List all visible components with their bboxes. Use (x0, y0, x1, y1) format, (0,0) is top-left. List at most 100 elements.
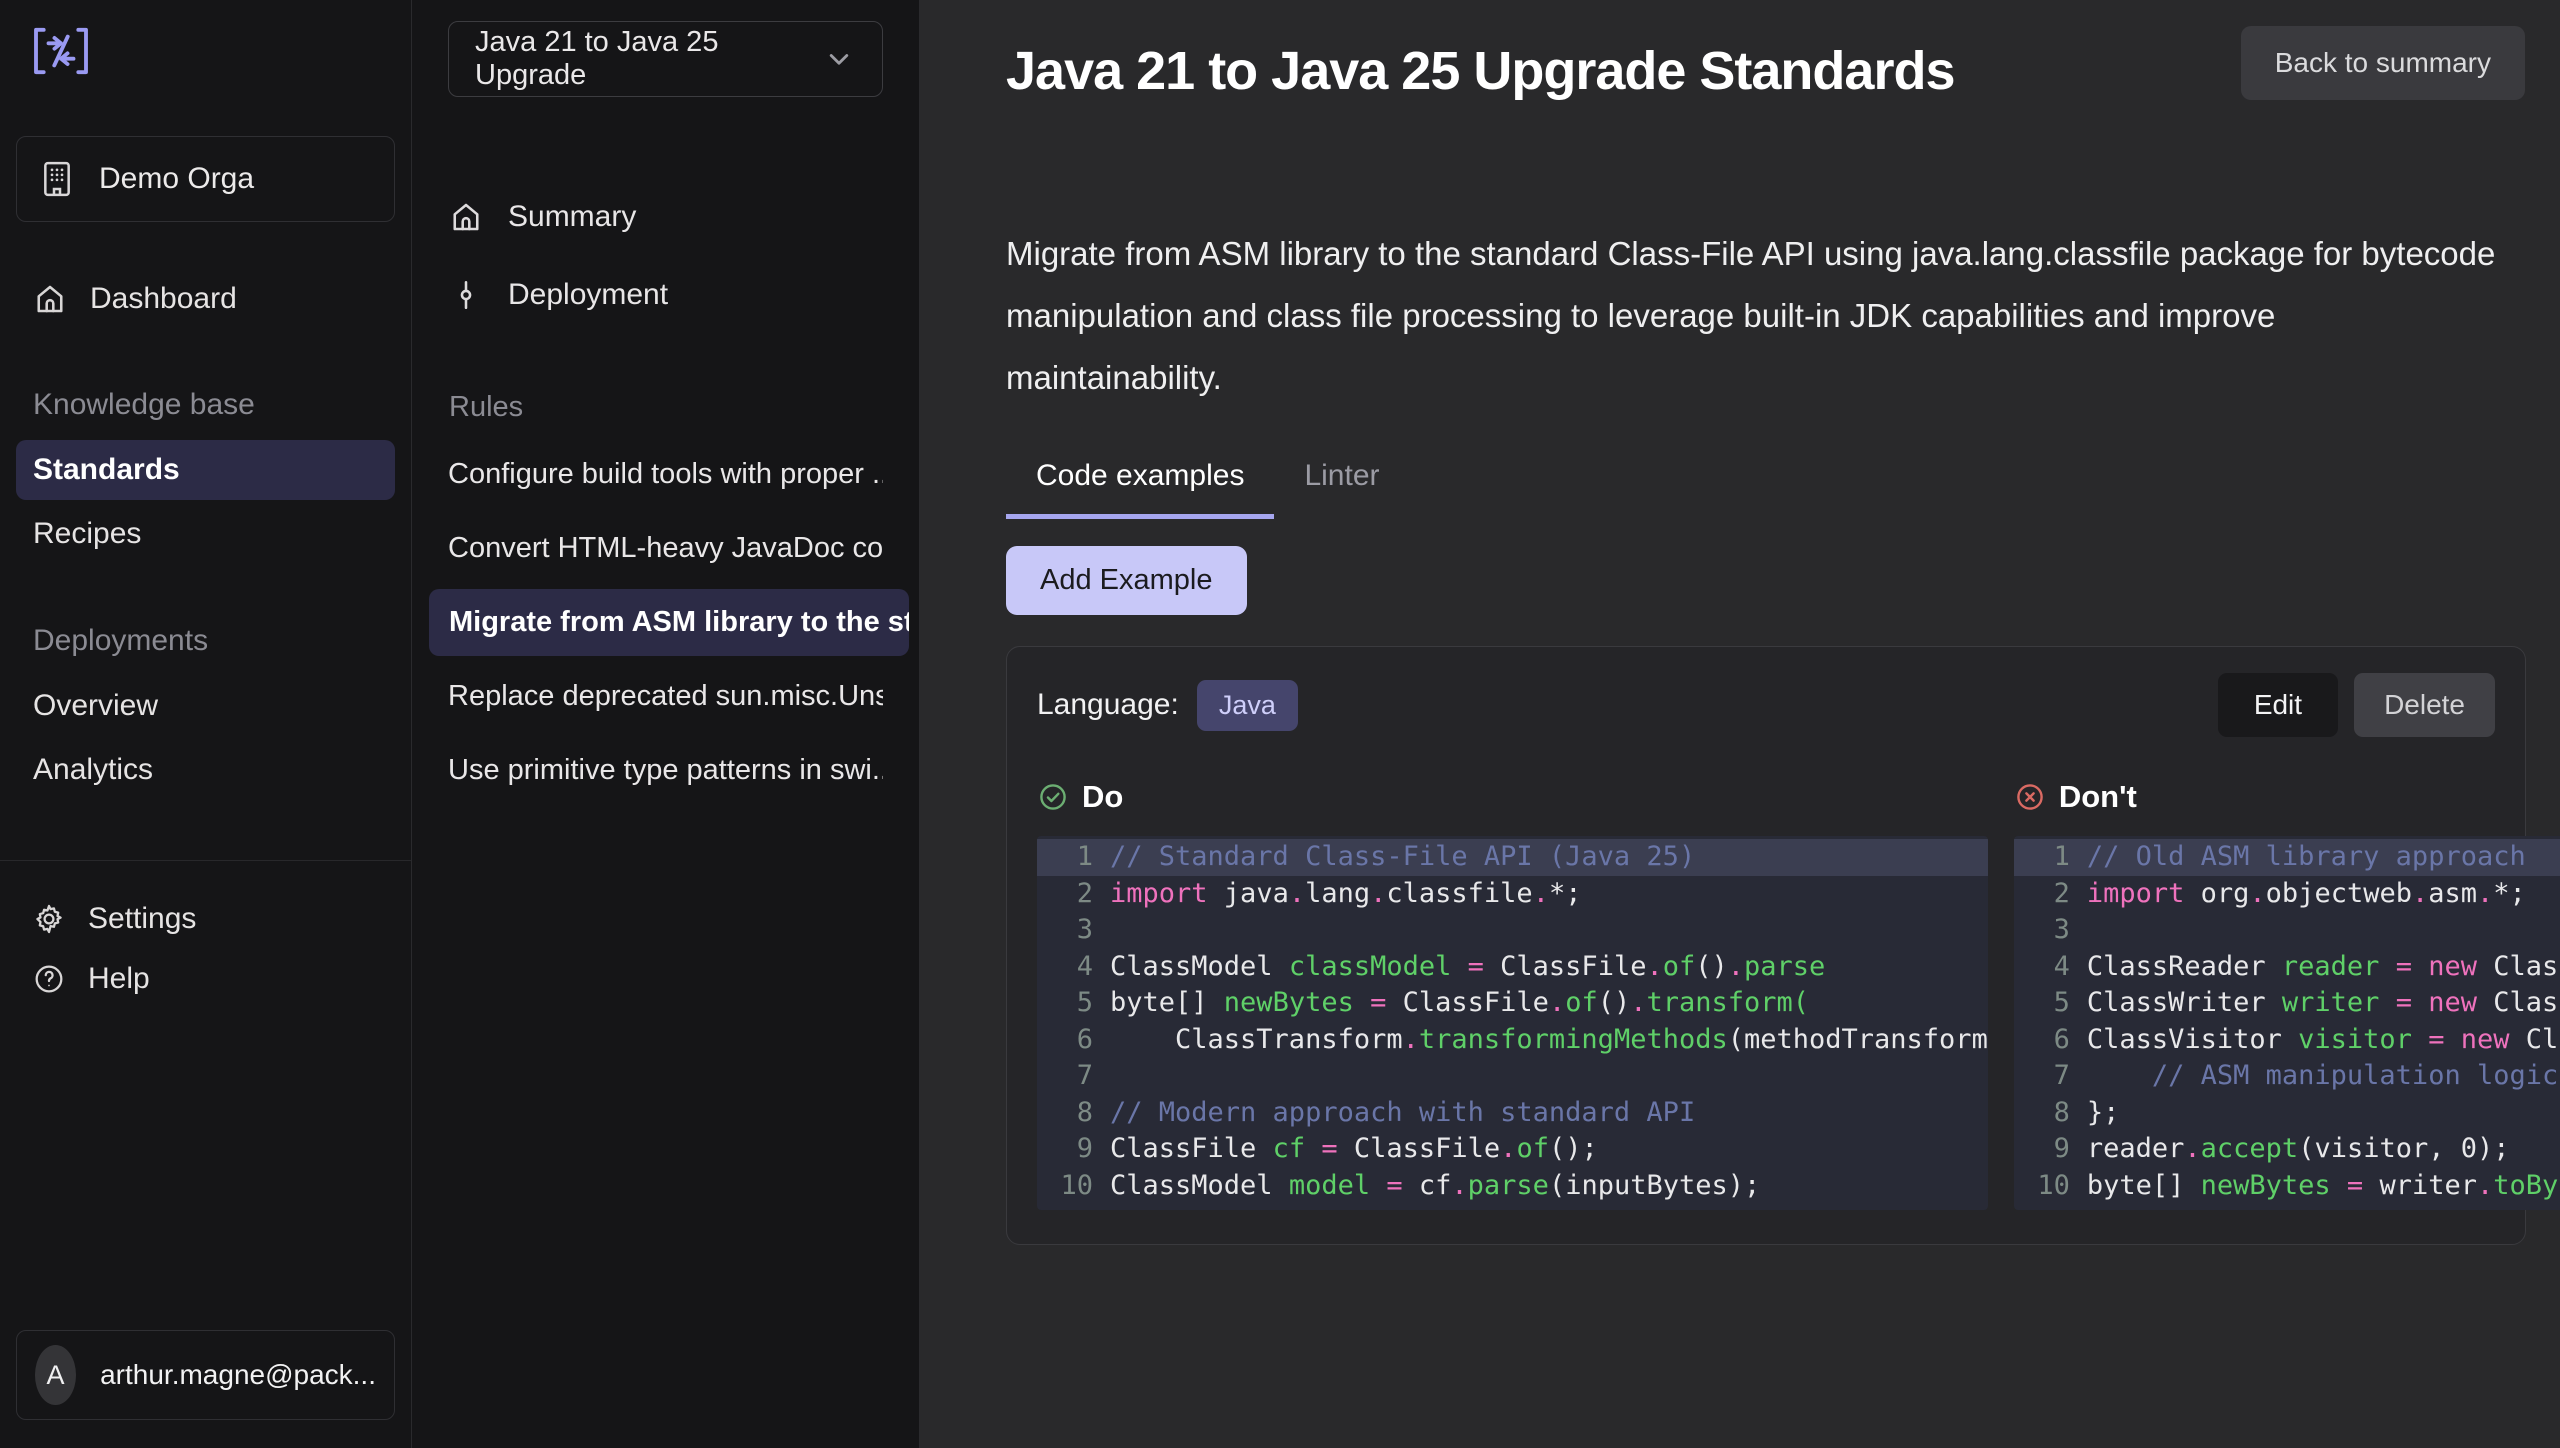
code-text: ClassWriter writer = new ClassWriter(rea… (2087, 985, 2560, 1022)
workspace-selector[interactable]: Java 21 to Java 25 Upgrade (448, 21, 883, 97)
language-badge: Java (1197, 680, 1298, 731)
line-number: 4 (2026, 949, 2070, 986)
code-line: 3 (2014, 912, 2560, 949)
sidebar-item-label: Dashboard (90, 282, 237, 316)
rules-section-header: Rules (449, 391, 883, 424)
edit-button[interactable]: Edit (2218, 673, 2338, 737)
code-line: 7 // ASM manipulation logic (2014, 1058, 2560, 1095)
rule-item[interactable]: Replace deprecated sun.misc.Uns... (448, 663, 883, 730)
line-number: 10 (1049, 1168, 1093, 1205)
sidebar-item-deployment[interactable]: Deployment (448, 263, 883, 327)
code-text: ClassTransform.transformingMethods(metho… (1110, 1022, 1988, 1059)
back-to-summary-button[interactable]: Back to summary (2241, 26, 2525, 100)
code-text: import java.lang.classfile.*; (1110, 876, 1581, 913)
sidebar-item-recipes[interactable]: Recipes (16, 504, 395, 564)
chevron-down-icon (822, 42, 856, 76)
tab-code-examples[interactable]: Code examples (1006, 459, 1274, 519)
line-number: 1 (1049, 839, 1093, 876)
code-line: 4ClassModel classModel = ClassFile.of().… (1037, 949, 1988, 986)
home-icon (32, 281, 68, 317)
language-label: Language: (1037, 688, 1179, 722)
code-line: 10byte[] newBytes = writer.toByteArray()… (2014, 1168, 2560, 1205)
primary-sidebar: Demo Orga Dashboard Knowledge base Stand… (0, 0, 412, 1448)
page-title: Java 21 to Java 25 Upgrade Standards (1006, 42, 1954, 101)
line-number: 7 (1049, 1058, 1093, 1095)
example-card-header: Language: Java Edit Delete (1037, 673, 2495, 737)
x-circle-icon (2014, 781, 2046, 813)
line-number: 6 (1049, 1022, 1093, 1059)
line-number: 8 (1049, 1095, 1093, 1132)
user-email: arthur.magne@pack... (100, 1359, 376, 1391)
line-number: 4 (1049, 949, 1093, 986)
line-number: 1 (2026, 839, 2070, 876)
org-name: Demo Orga (99, 162, 254, 196)
line-number: 3 (1049, 912, 1093, 949)
sidebar-item-label: Summary (508, 200, 636, 234)
help-circle-icon (32, 962, 66, 996)
tab-bar: Code examples Linter (1006, 459, 2525, 519)
sidebar-item-settings[interactable]: Settings (16, 889, 395, 949)
do-column: Do 1// Standard Class-File API (Java 25)… (1037, 779, 1988, 1210)
line-number: 7 (2026, 1058, 2070, 1095)
code-line: 1// Old ASM library approach (2014, 839, 2560, 876)
sidebar-item-analytics[interactable]: Analytics (16, 740, 395, 800)
sidebar-item-overview[interactable]: Overview (16, 676, 395, 736)
code-text: ClassModel model = cf.parse(inputBytes); (1110, 1168, 1760, 1205)
line-number: 8 (2026, 1095, 2070, 1132)
code-line: 2import org.objectweb.asm.*; (2014, 876, 2560, 913)
sidebar-item-label: Help (88, 962, 150, 996)
code-line: 10 ClassModel model = cf.parse(inputBytes… (1037, 1168, 1988, 1205)
rule-item[interactable]: Migrate from ASM library to the st... (429, 589, 909, 656)
tab-linter[interactable]: Linter (1274, 459, 1409, 519)
section-header-deployments: Deployments (33, 624, 395, 658)
delete-button[interactable]: Delete (2354, 673, 2495, 737)
rule-item[interactable]: Use primitive type patterns in swi... (448, 737, 883, 804)
rules-list: Configure build tools with proper ... Con… (448, 434, 883, 811)
sidebar-spacer (16, 1009, 395, 1330)
app-logo[interactable] (30, 26, 395, 76)
code-line: 4ClassReader reader = new ClassReader(cl… (2014, 949, 2560, 986)
secondary-sidebar: Java 21 to Java 25 Upgrade Summary Deplo… (412, 0, 920, 1448)
example-actions: Edit Delete (2218, 673, 2495, 737)
code-line: 9 ClassFile cf = ClassFile.of(); (1037, 1131, 1988, 1168)
code-line: 5 byte[] newBytes = ClassFile.of().transf… (1037, 985, 1988, 1022)
do-code-block: 1// Standard Class-File API (Java 25)2im… (1037, 836, 1988, 1210)
avatar: A (35, 1345, 76, 1405)
main-content: Java 21 to Java 25 Upgrade Standards Bac… (920, 0, 2560, 1448)
sidebar-item-standards[interactable]: Standards (16, 440, 395, 500)
user-menu[interactable]: A arthur.magne@pack... (16, 1330, 395, 1420)
code-text: import org.objectweb.asm.*; (2087, 876, 2526, 913)
code-text: reader.accept(visitor, 0); (2087, 1131, 2510, 1168)
rule-item[interactable]: Configure build tools with proper ... (448, 441, 883, 508)
rule-description: Migrate from ASM library to the standard… (1006, 223, 2496, 409)
org-selector[interactable]: Demo Orga (16, 136, 395, 222)
code-line: 1// Standard Class-File API (Java 25) (1037, 839, 1988, 876)
section-header-knowledge-base: Knowledge base (33, 388, 395, 422)
building-icon (37, 159, 77, 199)
code-text: }; (2087, 1095, 2120, 1132)
sidebar-item-dashboard[interactable]: Dashboard (16, 268, 395, 330)
rule-item[interactable]: Convert HTML-heavy JavaDoc co... (448, 515, 883, 582)
check-circle-icon (1037, 781, 1069, 813)
code-text: ClassFile cf = ClassFile.of(); (1110, 1131, 1598, 1168)
code-line: 6 ClassTransform.transformingMethods(met… (1037, 1022, 1988, 1059)
sidebar-item-summary[interactable]: Summary (448, 185, 883, 249)
add-example-button[interactable]: Add Example (1006, 546, 1247, 615)
code-line: 5 ClassWriter writer = new ClassWriter(re… (2014, 985, 2560, 1022)
code-line: 3 (1037, 912, 1988, 949)
sidebar-item-help[interactable]: Help (16, 949, 395, 1009)
commit-icon (448, 277, 484, 313)
code-example-card: Language: Java Edit Delete Do 1/ (1006, 646, 2526, 1245)
code-text: byte[] newBytes = ClassFile.of().transfo… (1110, 985, 1809, 1022)
do-label: Do (1082, 779, 1123, 815)
code-text: byte[] newBytes = writer.toByteArray(); (2087, 1168, 2560, 1205)
code-text: ClassVisitor visitor = new ClassVisitor(… (2087, 1022, 2560, 1059)
dont-label: Don't (2059, 779, 2137, 815)
line-number: 9 (1049, 1131, 1093, 1168)
code-line: 2import java.lang.classfile.*; (1037, 876, 1988, 913)
code-line: 9reader.accept(visitor, 0); (2014, 1131, 2560, 1168)
line-number: 5 (2026, 985, 2070, 1022)
code-line: 6 ClassVisitor visitor = new ClassVisitor… (2014, 1022, 2560, 1059)
line-number: 6 (2026, 1022, 2070, 1059)
line-number: 5 (1049, 985, 1093, 1022)
